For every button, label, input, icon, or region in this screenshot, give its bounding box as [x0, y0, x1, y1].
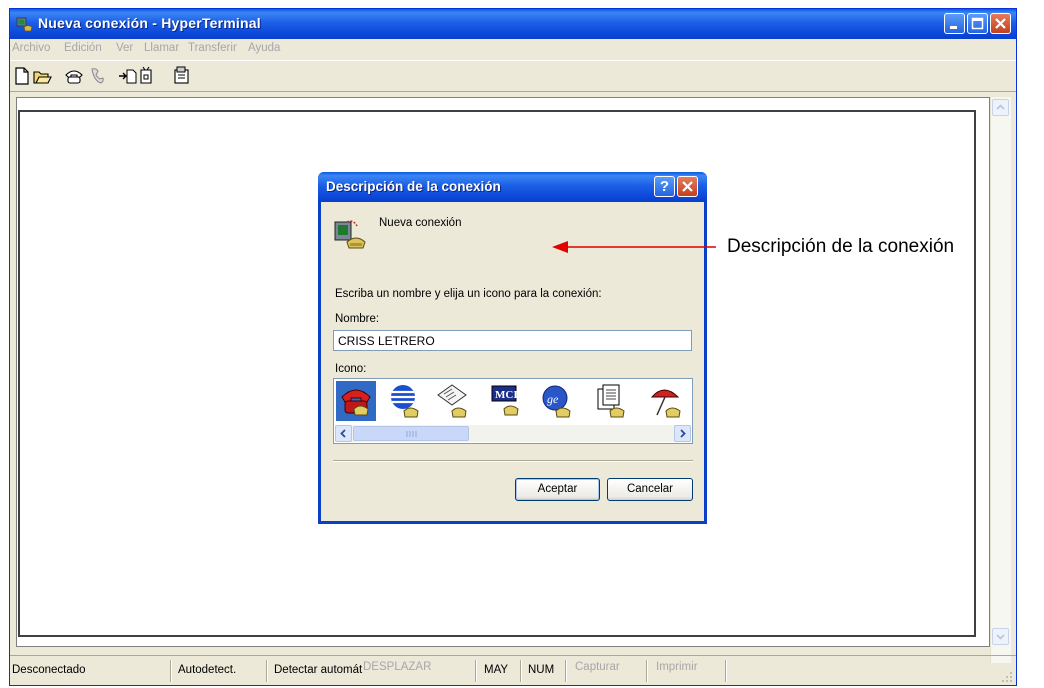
dialog-title: Descripción de la conexión [326, 179, 501, 194]
status-print: Imprimir [656, 661, 698, 673]
menu-llamar[interactable]: Llamar [144, 42, 179, 54]
minimize-button[interactable] [944, 13, 965, 34]
close-icon [995, 18, 1006, 29]
connection-icon [334, 220, 366, 249]
icon-option-umbrella[interactable] [646, 381, 686, 421]
connection-description-dialog: Descripción de la conexión ? Nueva conex… [318, 172, 707, 524]
chevron-up-icon [996, 104, 1005, 110]
dialog-title-bar[interactable]: Descripción de la conexión ? [318, 172, 707, 202]
status-caps: MAY [484, 664, 509, 676]
icon-horizontal-scrollbar[interactable] [335, 425, 691, 442]
globe-icon [391, 385, 419, 418]
maximize-button[interactable] [967, 13, 988, 34]
properties-icon[interactable] [172, 66, 192, 86]
annotation-arrow-icon [552, 241, 716, 253]
status-num: NUM [528, 664, 555, 676]
close-icon [682, 181, 693, 192]
name-label: Nombre: [335, 313, 380, 325]
dialog-instructions: Escriba un nombre y elija un icono para … [335, 288, 602, 300]
status-detect: Detectar automát [274, 664, 363, 676]
icon-option-mci[interactable]: MCI [486, 381, 526, 421]
mci-icon: MCI [491, 385, 519, 416]
dialog-separator [333, 460, 693, 462]
phone-red-icon [341, 389, 371, 416]
menu-edicion[interactable]: Edición [64, 42, 102, 54]
window-title: Nueva conexión - HyperTerminal [38, 15, 261, 31]
scroll-thumb[interactable] [353, 426, 469, 441]
toolbar [10, 60, 1016, 92]
chevron-right-icon [680, 429, 686, 438]
disconnect-icon[interactable] [86, 66, 106, 86]
send-icon[interactable] [118, 66, 138, 86]
menu-transferir[interactable]: Transferir [188, 42, 237, 54]
status-capture: Capturar [575, 661, 620, 673]
umbrella-icon [650, 389, 681, 418]
annotation-label: Descripción de la conexión [727, 236, 955, 257]
status-autodetect: Autodetect. [178, 664, 237, 676]
title-bar[interactable]: Nueva conexión - HyperTerminal [10, 9, 1016, 39]
menu-archivo[interactable]: Archivo [12, 42, 50, 54]
minimize-icon [950, 26, 957, 29]
icon-option-phone[interactable] [336, 381, 376, 421]
icon-option-ge[interactable]: ge [538, 381, 578, 421]
help-button[interactable]: ? [654, 176, 675, 197]
dialog-close-button[interactable] [677, 176, 698, 197]
menu-ver[interactable]: Ver [116, 42, 133, 54]
menu-ayuda[interactable]: Ayuda [248, 42, 280, 54]
receive-icon[interactable] [138, 66, 158, 86]
name-input[interactable] [333, 330, 692, 351]
open-icon[interactable] [32, 66, 52, 86]
chevron-down-icon [996, 634, 1005, 640]
svg-text:ge: ge [547, 392, 559, 406]
grip-icon [406, 431, 417, 437]
scroll-up-button[interactable] [992, 99, 1009, 116]
maximize-icon [971, 17, 984, 30]
new-icon[interactable] [12, 66, 32, 86]
hyperterminal-icon [16, 17, 33, 32]
vertical-scrollbar[interactable] [990, 97, 1011, 663]
menu-bar: Archivo Edición Ver Llamar Transferir Ay… [10, 39, 1016, 59]
dialog-header-text: Nueva conexión [379, 217, 462, 229]
resize-grip-icon[interactable] [1000, 670, 1014, 684]
icon-option-documents[interactable] [592, 381, 632, 421]
status-connection: Desconectado [12, 664, 86, 676]
ok-button[interactable]: Aceptar [515, 478, 600, 501]
status-bar: Desconectado Autodetect. Detectar automá… [10, 655, 1016, 686]
scroll-right-button[interactable] [674, 425, 691, 442]
icon-label: Icono: [335, 363, 367, 375]
icon-option-newspaper[interactable] [434, 381, 474, 421]
icon-option-globe[interactable] [386, 381, 426, 421]
newspaper-icon [437, 384, 467, 418]
scroll-left-button[interactable] [335, 425, 352, 442]
ge-icon: ge [542, 385, 571, 418]
chevron-left-icon [340, 429, 346, 438]
status-scroll: DESPLAZAR [363, 661, 432, 673]
scroll-down-button[interactable] [992, 628, 1009, 645]
connect-icon[interactable] [64, 66, 84, 86]
cancel-button[interactable]: Cancelar [607, 478, 693, 501]
icon-picker[interactable]: MCI ge [333, 378, 693, 444]
svg-text:MCI: MCI [495, 389, 518, 401]
documents-icon [597, 384, 625, 418]
close-button[interactable] [990, 13, 1011, 34]
